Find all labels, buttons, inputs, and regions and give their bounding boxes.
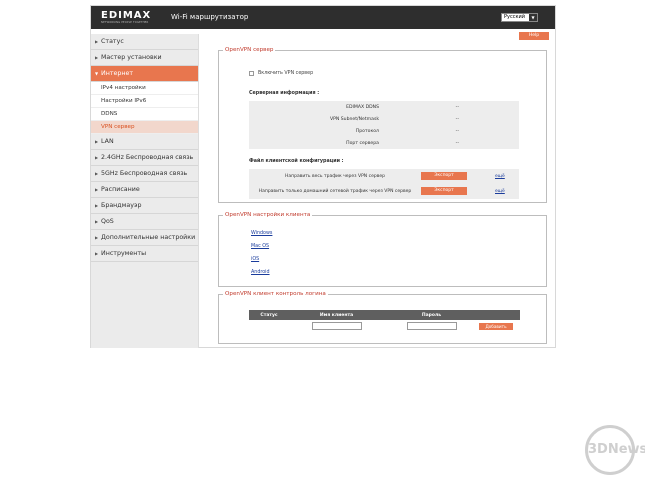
more-link[interactable]: ещё bbox=[495, 189, 505, 194]
table-row: Направить только домашний сетевой трафик… bbox=[249, 183, 519, 199]
section-legend: OpenVPN сервер bbox=[223, 47, 276, 54]
language-value: Русский bbox=[504, 14, 525, 20]
sidebar-subitem-vpn-server[interactable]: VPN сервер bbox=[91, 121, 198, 134]
password-cell bbox=[384, 322, 479, 330]
edimax-logo: EDIMAX NETWORKING PEOPLE TOGETHER bbox=[101, 11, 159, 25]
sidebar: ▶ Статус ▶ Мастер установки ▼ Интернет IPv4… bbox=[91, 34, 199, 348]
table-row: EDIMAX DDNS -- bbox=[249, 101, 519, 113]
logo-tagline: NETWORKING PEOPLE TOGETHER bbox=[101, 21, 149, 24]
table-row: Направить весь трафик через VPN сервер Э… bbox=[249, 169, 519, 183]
enable-vpn-label: Включить VPN сервер bbox=[258, 71, 314, 76]
info-value: -- bbox=[455, 140, 459, 146]
table-row: Добавить bbox=[249, 320, 520, 332]
export-home-traffic-button[interactable]: Экспорт bbox=[421, 187, 467, 195]
table-row: Протокол -- bbox=[249, 125, 519, 137]
sidebar-item-wireless-24[interactable]: ▶ 2.4GHz Беспроводная связь bbox=[91, 150, 198, 166]
android-link[interactable]: Android bbox=[251, 270, 270, 275]
enable-vpn-checkbox-row: Включить VPN сервер bbox=[249, 71, 313, 76]
ios-link[interactable]: iOS bbox=[251, 257, 259, 262]
add-client-button[interactable]: Добавить bbox=[479, 322, 513, 330]
info-key: Порт сервера bbox=[346, 140, 379, 146]
config-label: Направить только домашний сетевой трафик… bbox=[258, 188, 412, 194]
sidebar-item-qos[interactable]: ▶ QoS bbox=[91, 214, 198, 230]
app-title: Wi-Fi маршрутизатор bbox=[171, 13, 249, 21]
sidebar-item-label: Статус bbox=[101, 38, 124, 45]
table-row: Порт сервера -- bbox=[249, 137, 519, 149]
client-name-cell bbox=[289, 322, 384, 330]
login-table: Статус Имя клиента Пароль Добавить bbox=[249, 310, 520, 332]
sidebar-item-label: Мастер установки bbox=[101, 54, 162, 61]
sidebar-item-lan[interactable]: ▶ LAN bbox=[91, 134, 198, 150]
sidebar-item-label: QoS bbox=[101, 218, 114, 225]
openvpn-server-section: OpenVPN сервер Включить VPN сервер Серве… bbox=[218, 47, 547, 203]
info-value: -- bbox=[455, 116, 459, 122]
logo-text: EDIMAX bbox=[101, 10, 152, 21]
sidebar-item-label: Дополнительные настройки bbox=[101, 234, 196, 241]
sidebar-item-schedule[interactable]: ▶ Расписание bbox=[91, 182, 198, 198]
section-legend: OpenVPN настройки клиента bbox=[223, 212, 313, 219]
header-bar: EDIMAX NETWORKING PEOPLE TOGETHER Wi-Fi … bbox=[91, 6, 555, 29]
info-key: VPN Subnet/Netmask bbox=[329, 116, 379, 122]
chevron-down-icon[interactable]: ▼ bbox=[529, 14, 537, 21]
info-key: EDIMAX DDNS bbox=[346, 104, 379, 110]
config-file-table: Направить весь трафик через VPN сервер Э… bbox=[249, 169, 519, 199]
info-value: -- bbox=[455, 104, 459, 110]
sidebar-item-label: 2.4GHz Беспроводная связь bbox=[101, 154, 194, 161]
sidebar-item-status[interactable]: ▶ Статус bbox=[91, 34, 198, 50]
more-link[interactable]: ещё bbox=[495, 174, 505, 179]
table-row: VPN Subnet/Netmask -- bbox=[249, 113, 519, 125]
enable-vpn-checkbox[interactable] bbox=[249, 71, 254, 76]
help-button[interactable]: Help bbox=[519, 32, 549, 40]
sidebar-item-tools[interactable]: ▶ Инструменты bbox=[91, 246, 198, 262]
watermark-logo: 3DNews bbox=[585, 425, 645, 475]
config-file-title: Файл клиентской конфигурации : bbox=[249, 159, 344, 164]
table-header: Статус Имя клиента Пароль bbox=[249, 310, 520, 320]
info-key: Протокол bbox=[355, 128, 379, 134]
sidebar-item-firewall[interactable]: ▶ Брандмауэр bbox=[91, 198, 198, 214]
server-info-title: Серверная информация : bbox=[249, 91, 320, 96]
sidebar-item-label: Расписание bbox=[101, 186, 140, 193]
sidebar-item-setup-wizard[interactable]: ▶ Мастер установки bbox=[91, 50, 198, 66]
sidebar-item-wireless-5[interactable]: ▶ 5GHz Беспроводная связь bbox=[91, 166, 198, 182]
windows-link[interactable]: Windows bbox=[251, 231, 272, 236]
column-header-status: Статус bbox=[260, 312, 278, 318]
info-value: -- bbox=[455, 128, 459, 134]
client-name-input[interactable] bbox=[311, 322, 362, 330]
openvpn-client-settings-section: OpenVPN настройки клиента Windows Mac OS… bbox=[218, 212, 547, 287]
export-all-traffic-button[interactable]: Экспорт bbox=[421, 172, 467, 180]
sidebar-subitem-ipv6[interactable]: Настройки IPv6 bbox=[91, 95, 198, 108]
macos-link[interactable]: Mac OS bbox=[251, 244, 269, 249]
language-select[interactable]: Русский ▼ bbox=[501, 13, 538, 22]
sidebar-item-label: Интернет bbox=[101, 70, 134, 77]
sidebar-subitem-ddns[interactable]: DDNS bbox=[91, 108, 198, 121]
sidebar-item-label: LAN bbox=[101, 138, 114, 145]
sidebar-item-advanced[interactable]: ▶ Дополнительные настройки bbox=[91, 230, 198, 246]
sidebar-item-internet[interactable]: ▼ Интернет bbox=[91, 66, 198, 82]
sidebar-item-label: 5GHz Беспроводная связь bbox=[101, 170, 188, 177]
router-admin-window: EDIMAX NETWORKING PEOPLE TOGETHER Wi-Fi … bbox=[90, 5, 556, 348]
sidebar-subitem-ipv4[interactable]: IPv4 настройки bbox=[91, 82, 198, 95]
column-header-password: Пароль bbox=[421, 312, 442, 318]
server-info-table: EDIMAX DDNS -- VPN Subnet/Netmask -- Про… bbox=[249, 101, 519, 149]
column-header-client-name: Имя клиента bbox=[319, 312, 354, 318]
config-label: Направить весь трафик через VPN сервер bbox=[285, 173, 385, 179]
sidebar-item-label: Брандмауэр bbox=[101, 202, 142, 209]
section-legend: OpenVPN клиент контроль логина bbox=[223, 291, 328, 298]
sidebar-item-label: Инструменты bbox=[101, 250, 147, 257]
password-input[interactable] bbox=[406, 322, 457, 330]
openvpn-login-control-section: OpenVPN клиент контроль логина Статус Им… bbox=[218, 291, 547, 344]
